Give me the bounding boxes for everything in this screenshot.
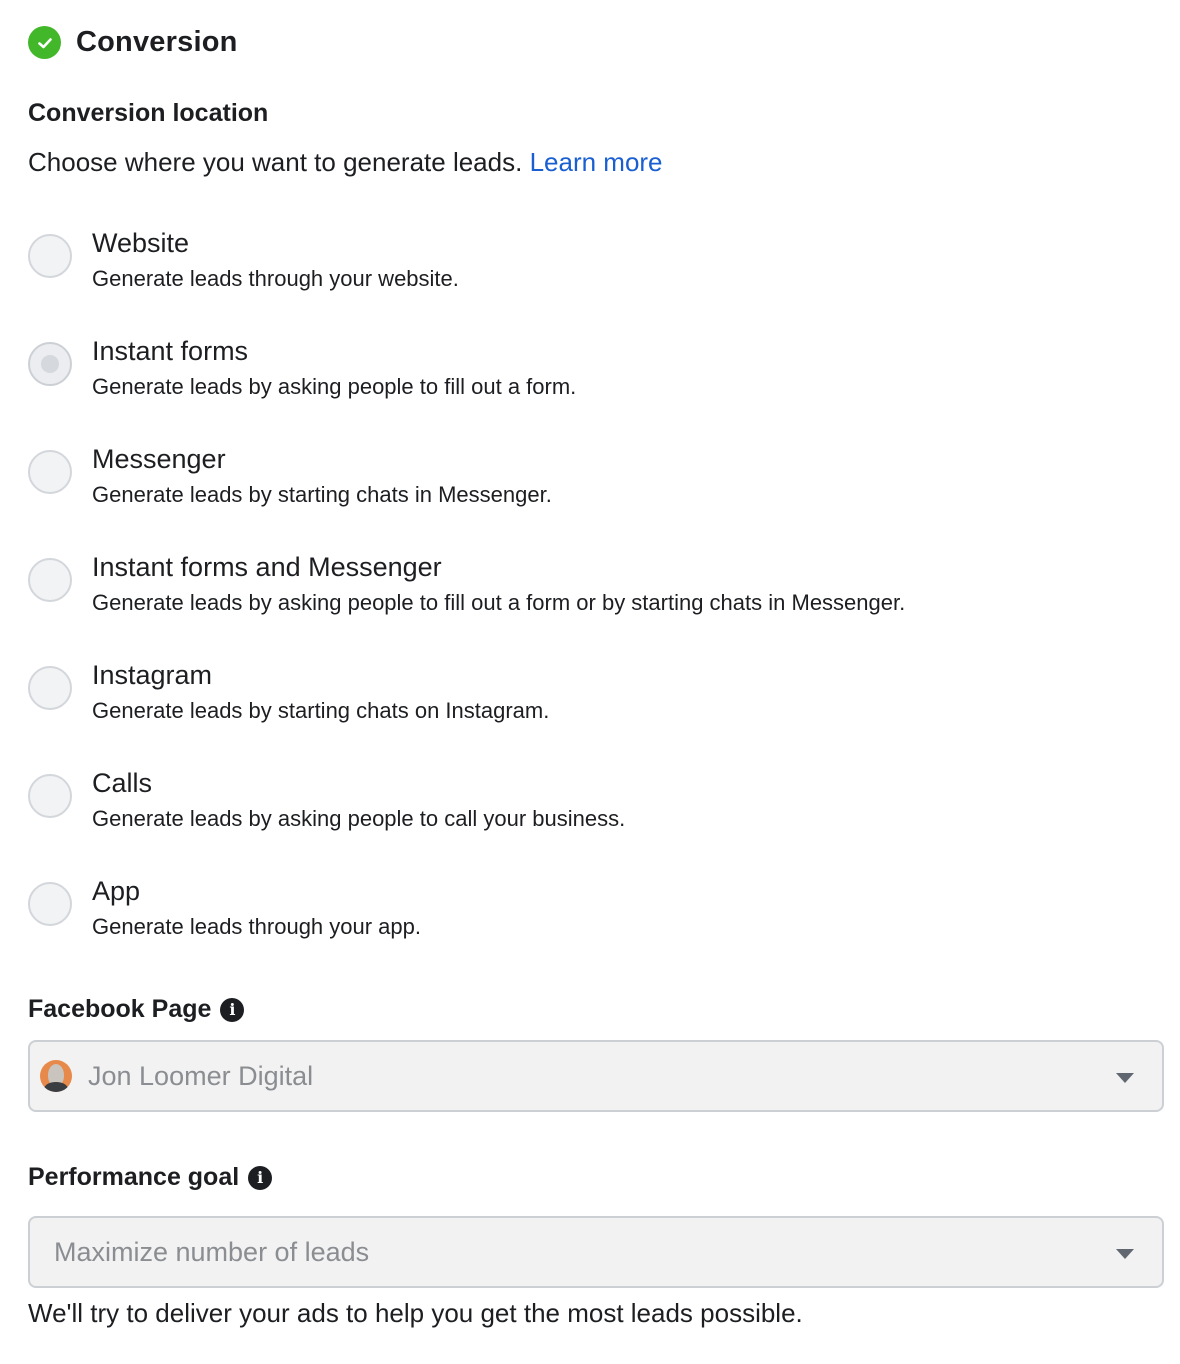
option-subtitle: Generate leads by starting chats on Inst…: [92, 698, 550, 723]
option-instant-forms[interactable]: Instant forms Generate leads by asking p…: [28, 336, 1128, 416]
radio-button[interactable]: [28, 774, 72, 818]
option-subtitle: Generate leads by asking people to call …: [92, 806, 626, 831]
avatar: [40, 1060, 72, 1092]
option-title: Instant forms and Messenger: [92, 552, 442, 582]
facebook-page-value: Jon Loomer Digital: [88, 1060, 314, 1091]
radio-button[interactable]: [28, 558, 72, 602]
radio-button[interactable]: [28, 234, 72, 278]
option-subtitle: Generate leads by asking people to fill …: [92, 374, 577, 399]
option-instagram[interactable]: Instagram Generate leads by starting cha…: [28, 660, 1128, 740]
radio-button[interactable]: [28, 882, 72, 926]
option-title: Instagram: [92, 660, 213, 690]
radio-button[interactable]: [28, 666, 72, 710]
option-calls[interactable]: Calls Generate leads by asking people to…: [28, 768, 1128, 848]
option-title: Calls: [92, 768, 153, 798]
option-app[interactable]: App Generate leads through your app.: [28, 876, 1128, 956]
performance-goal-select[interactable]: Maximize number of leads: [28, 1216, 1164, 1288]
option-instant-forms-and-messenger[interactable]: Instant forms and Messenger Generate lea…: [28, 552, 1128, 632]
check-circle-icon: [28, 26, 61, 59]
option-subtitle: Generate leads by asking people to fill …: [92, 590, 906, 615]
option-title: Website: [92, 228, 190, 258]
facebook-page-select[interactable]: Jon Loomer Digital: [28, 1040, 1164, 1112]
description-text: Choose where you want to generate leads.: [28, 147, 523, 177]
option-title: App: [92, 876, 141, 906]
conversion-location-description: Choose where you want to generate leads.…: [28, 147, 663, 178]
facebook-page-label: Facebook Page: [28, 995, 212, 1023]
option-subtitle: Generate leads through your website.: [92, 266, 459, 291]
radio-button[interactable]: [28, 342, 72, 386]
info-icon[interactable]: i: [248, 1165, 273, 1190]
radio-button[interactable]: [28, 450, 72, 494]
chevron-down-icon: [1116, 1073, 1134, 1083]
performance-goal-label: Performance goal: [28, 1163, 240, 1191]
chevron-down-icon: [1116, 1249, 1134, 1259]
option-title: Instant forms: [92, 336, 249, 366]
facebook-page-heading: Facebook Page i: [28, 995, 245, 1024]
info-icon[interactable]: i: [220, 997, 245, 1022]
performance-goal-help-text: We'll try to deliver your ads to help yo…: [28, 1298, 803, 1328]
section-header: Conversion: [28, 26, 238, 59]
option-website[interactable]: Website Generate leads through your webs…: [28, 228, 1128, 308]
performance-goal-value: Maximize number of leads: [54, 1236, 370, 1267]
learn-more-link[interactable]: Learn more: [530, 147, 663, 177]
conversion-location-label: Conversion location: [28, 99, 269, 127]
option-messenger[interactable]: Messenger Generate leads by starting cha…: [28, 444, 1128, 524]
option-subtitle: Generate leads through your app.: [92, 914, 422, 939]
option-subtitle: Generate leads by starting chats in Mess…: [92, 482, 552, 507]
performance-goal-heading: Performance goal i: [28, 1163, 273, 1192]
page-title: Conversion: [76, 26, 238, 58]
option-title: Messenger: [92, 444, 226, 474]
